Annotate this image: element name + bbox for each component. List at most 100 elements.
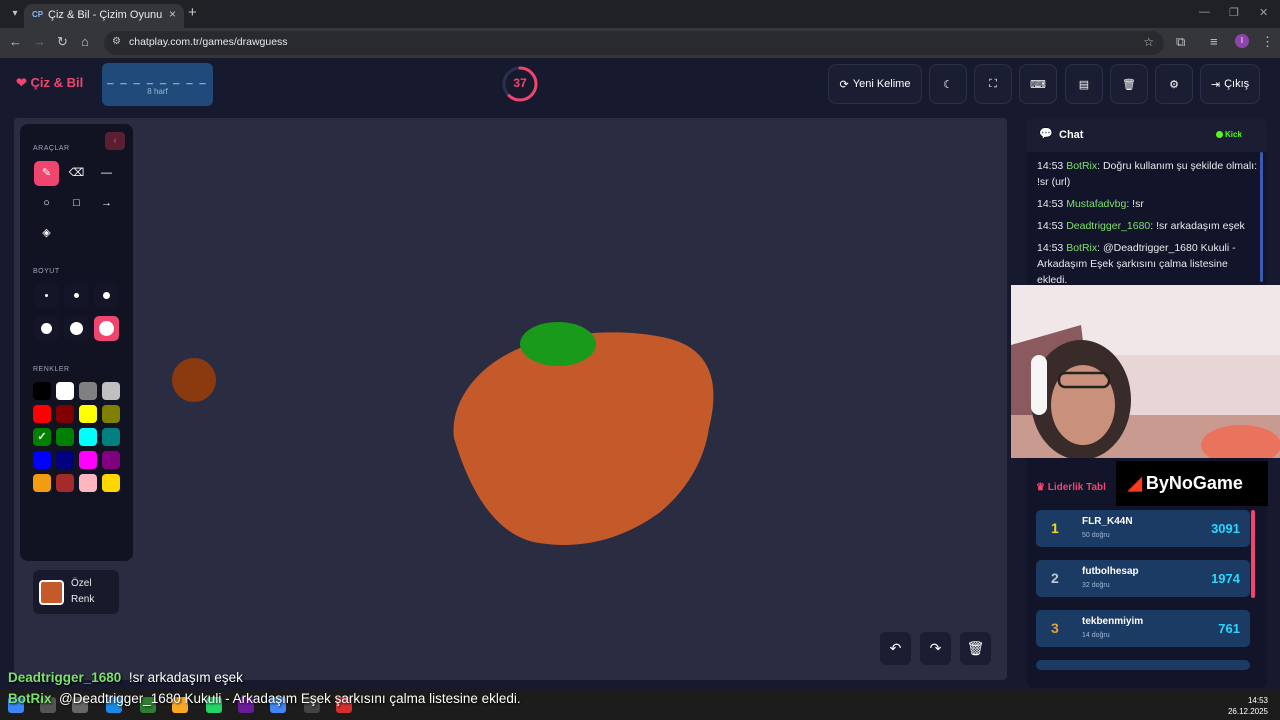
brush-icon: ✎	[41, 167, 52, 179]
color-swatch[interactable]	[79, 451, 97, 469]
custom-color-button[interactable]: Özel Renk	[33, 570, 119, 614]
color-swatch[interactable]	[33, 382, 51, 400]
custom-color-label-line1: Özel	[71, 578, 92, 589]
profile-avatar[interactable]: I	[1235, 34, 1249, 48]
media-icon[interactable]: ≡	[1210, 34, 1218, 49]
webcam-image	[1011, 285, 1280, 458]
rectangle-tool-button[interactable]: □	[64, 191, 89, 216]
color-swatch[interactable]	[56, 405, 74, 423]
close-window-icon[interactable]: ✕	[1259, 6, 1268, 19]
tab-search-icon[interactable]: ▾	[6, 5, 24, 23]
redo-icon: ↷	[929, 640, 942, 656]
brown-dot-stroke	[172, 358, 216, 402]
browser-menu-icon[interactable]: ⋮	[1261, 34, 1274, 50]
game-header: ❤ Çiz & Bil _ _ _ _ _ _ _ _ 8 harf 37 ⟳ …	[0, 58, 1280, 112]
size-6-button[interactable]	[94, 316, 119, 341]
color-swatch[interactable]	[102, 451, 120, 469]
color-swatch[interactable]	[33, 405, 51, 423]
drawing-canvas[interactable]	[14, 118, 1007, 680]
arrow-tool-button[interactable]: →	[94, 191, 119, 216]
reload-icon[interactable]: ↻	[57, 34, 68, 50]
back-icon[interactable]: ←	[9, 34, 22, 49]
color-swatch[interactable]	[33, 451, 51, 469]
forward-icon[interactable]: →	[33, 34, 46, 49]
circle-tool-button[interactable]: ○	[34, 191, 59, 216]
size-3-button[interactable]	[94, 283, 119, 308]
leaderboard-name: tekbenmiyim	[1082, 616, 1144, 627]
color-swatch[interactable]	[102, 382, 120, 400]
orange-blob-stroke	[453, 332, 714, 545]
dark-mode-button[interactable]: ☾	[929, 64, 967, 104]
redo-button[interactable]: ↷	[920, 632, 951, 665]
extensions-icon[interactable]: ⧉	[1176, 34, 1185, 50]
size-5-button[interactable]	[64, 316, 89, 341]
undo-icon: ↶	[889, 640, 902, 656]
overlay-text: @Deadtrigger_1680 Kukuli - Arkadaşım Eşe…	[59, 691, 521, 706]
colors-section-title: RENKLER	[33, 366, 70, 373]
size-dot	[74, 293, 79, 298]
chat-scrollbar[interactable]	[1260, 152, 1263, 282]
restore-icon[interactable]: ❐	[1229, 6, 1239, 19]
site-info-icon[interactable]: ⚙	[112, 36, 121, 47]
size-2-button[interactable]	[64, 283, 89, 308]
new-word-button[interactable]: ⟳ Yeni Kelime	[828, 64, 922, 104]
color-swatch[interactable]: ✓	[33, 428, 51, 446]
archive-button[interactable]: ▤	[1065, 64, 1103, 104]
logout-icon: ⇥	[1210, 78, 1221, 91]
leaderboard-title-text: Liderlik Tabl	[1047, 482, 1106, 493]
collapse-panel-button[interactable]: ‹	[105, 132, 125, 150]
tools-section-title: ARAÇLAR	[33, 145, 70, 152]
url-text: chatplay.com.tr/games/drawguess	[129, 36, 288, 48]
line-tool-button[interactable]: —	[94, 161, 119, 186]
color-swatch[interactable]	[56, 474, 74, 492]
address-bar[interactable]: ⚙ chatplay.com.tr/games/drawguess ☆	[104, 31, 1164, 55]
size-dot	[70, 322, 83, 335]
home-icon[interactable]: ⌂	[81, 34, 89, 49]
leaderboard-row: 2 futbolhesap 32 doğru 1974	[1036, 560, 1250, 597]
color-swatch[interactable]	[102, 428, 120, 446]
size-4-button[interactable]	[34, 316, 59, 341]
color-swatch[interactable]	[56, 451, 74, 469]
browser-tab[interactable]: CP Çiz & Bil - Çizim Oyunu ×	[24, 4, 184, 28]
leaderboard-row-partial	[1036, 660, 1250, 670]
exit-button[interactable]: ⇥ Çıkış	[1200, 64, 1260, 104]
exit-label: Çıkış	[1224, 78, 1250, 90]
msg-time: 14:53	[1037, 160, 1064, 172]
brush-tool-button[interactable]: ✎	[34, 161, 59, 186]
leaderboard-rank: 1	[1051, 520, 1059, 536]
color-swatch[interactable]	[102, 405, 120, 423]
size-1-button[interactable]	[34, 283, 59, 308]
fill-tool-button[interactable]: ◈	[34, 221, 59, 246]
round-timer: 37	[501, 65, 539, 103]
undo-button[interactable]: ↶	[880, 632, 911, 665]
clock[interactable]: 14:53 26.12.2025	[1228, 695, 1268, 717]
fullscreen-button[interactable]: ⛶	[974, 64, 1012, 104]
custom-color-swatch	[39, 580, 64, 605]
color-swatch[interactable]	[79, 382, 97, 400]
color-swatch[interactable]	[79, 474, 97, 492]
new-tab-icon[interactable]: +	[188, 4, 197, 21]
color-swatch[interactable]	[79, 405, 97, 423]
size-dot	[103, 292, 110, 299]
leaderboard-scrollbar[interactable]	[1251, 510, 1255, 598]
settings-button[interactable]: ⚙	[1155, 64, 1193, 104]
clock-time: 14:53	[1247, 696, 1268, 705]
color-swatch[interactable]	[102, 474, 120, 492]
color-swatch[interactable]	[33, 474, 51, 492]
msg-time: 14:53	[1037, 220, 1064, 232]
eraser-tool-button[interactable]: ⌫	[64, 161, 89, 186]
bookmark-star-icon[interactable]: ☆	[1143, 35, 1154, 49]
color-swatch[interactable]	[56, 382, 74, 400]
clear-canvas-button[interactable]: 🗑	[960, 632, 991, 665]
drawing-strokes	[172, 322, 714, 545]
keyboard-button[interactable]: ⌨	[1019, 64, 1057, 104]
minimize-icon[interactable]: —	[1199, 6, 1210, 18]
tab-title: Çiz & Bil - Çizim Oyunu	[48, 9, 163, 21]
color-swatch[interactable]	[79, 428, 97, 446]
close-tab-icon[interactable]: ×	[169, 7, 176, 21]
leaderboard-name: futbolhesap	[1082, 566, 1139, 577]
leaderboard-score: 3091	[1211, 521, 1240, 536]
color-swatch[interactable]	[56, 428, 74, 446]
clear-button[interactable]: 🗑	[1110, 64, 1148, 104]
new-word-label: Yeni Kelime	[852, 78, 911, 90]
